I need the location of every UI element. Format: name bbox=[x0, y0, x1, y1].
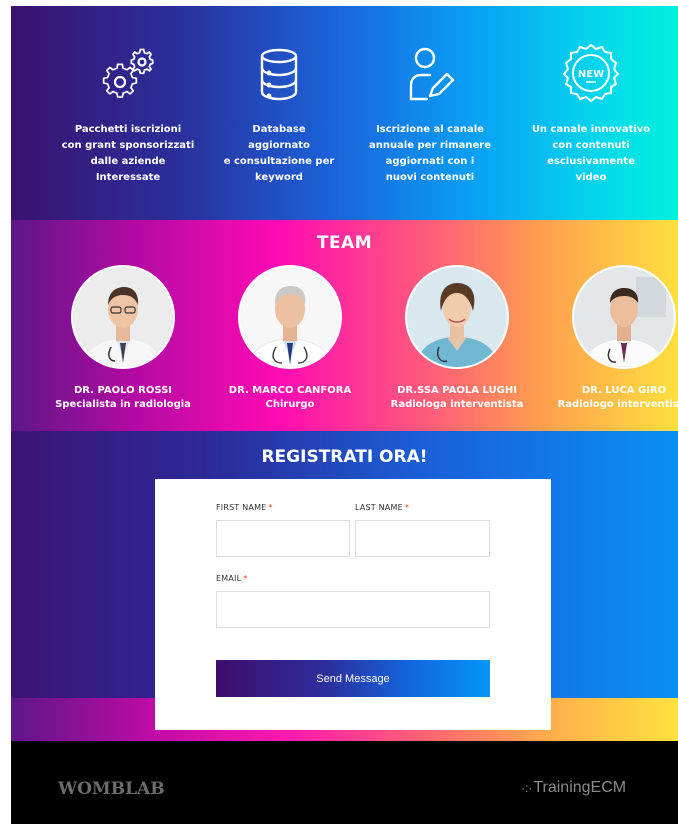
team-title: TEAM bbox=[316, 233, 373, 253]
email-label: EMAIL * bbox=[216, 574, 247, 583]
avatar bbox=[405, 265, 509, 369]
member-role: Specialista in radiologia bbox=[55, 399, 191, 410]
trainingecm-logo-mark: ·:· bbox=[521, 781, 533, 795]
doctor-portrait bbox=[73, 267, 173, 367]
register-section: REGISTRATI ORA! FIRST NAME * LAST NAME * E… bbox=[11, 431, 678, 741]
register-form: FIRST NAME * LAST NAME * EMAIL * Send Messa… bbox=[155, 479, 551, 730]
feature-text: Iscrizione al canale annuale per rimaner… bbox=[368, 124, 492, 183]
member-name: DR. LUCA GIRO bbox=[581, 385, 667, 396]
register-title: REGISTRATI ORA! bbox=[261, 447, 428, 467]
doctor-portrait bbox=[240, 267, 340, 367]
trainingecm-logo: ·:·TrainingECM bbox=[521, 779, 626, 797]
last-name-input[interactable] bbox=[355, 520, 490, 557]
feature-text: Database aggiornato e consultazione per … bbox=[223, 124, 335, 183]
trainingecm-logo-text: TrainingECM bbox=[533, 779, 627, 796]
avatar bbox=[71, 265, 175, 369]
database-icon bbox=[260, 48, 298, 101]
member-name: DR.SSA PAOLA LUGHI bbox=[397, 385, 517, 396]
user-edit-icon bbox=[409, 47, 455, 101]
feature-text: Un canale innovativo con contenuti esclu… bbox=[531, 124, 651, 183]
avatar bbox=[238, 265, 342, 369]
gears-icon bbox=[102, 48, 154, 98]
first-name-label: FIRST NAME * bbox=[216, 503, 273, 512]
member-role: Chirurgo bbox=[265, 399, 315, 410]
features-section: Pacchetti iscrizioni con grant sponsoriz… bbox=[11, 6, 678, 220]
required-mark: * bbox=[243, 574, 248, 583]
email-label-text: EMAIL bbox=[216, 574, 242, 583]
first-name-label-text: FIRST NAME bbox=[216, 503, 267, 512]
required-mark: * bbox=[268, 503, 273, 512]
member-role: Radiologo interventista bbox=[557, 399, 678, 410]
feature-text: Pacchetti iscrizioni con grant sponsoriz… bbox=[61, 124, 195, 183]
last-name-label-text: LAST NAME bbox=[355, 503, 403, 512]
new-badge-icon: NEW bbox=[562, 44, 620, 103]
doctor-portrait bbox=[407, 267, 507, 367]
doctor-portrait bbox=[574, 267, 674, 367]
footer: WOMBLAB ·:·TrainingECM bbox=[11, 741, 678, 824]
last-name-label: LAST NAME * bbox=[355, 503, 409, 512]
send-message-button[interactable]: Send Message bbox=[216, 660, 490, 697]
member-name: DR. MARCO CANFORA bbox=[228, 385, 352, 396]
badge-text: NEW bbox=[578, 69, 604, 80]
member-role: Radiologa interventista bbox=[390, 399, 524, 410]
required-mark: * bbox=[404, 503, 410, 512]
avatar bbox=[572, 265, 676, 369]
team-section: TEAM DR. PAOLO ROSSI Specialista in radi… bbox=[11, 220, 678, 431]
member-name: DR. PAOLO ROSSI bbox=[74, 385, 172, 396]
email-input[interactable] bbox=[216, 591, 490, 628]
womblab-logo: WOMBLAB bbox=[58, 779, 165, 799]
first-name-input[interactable] bbox=[216, 520, 350, 557]
